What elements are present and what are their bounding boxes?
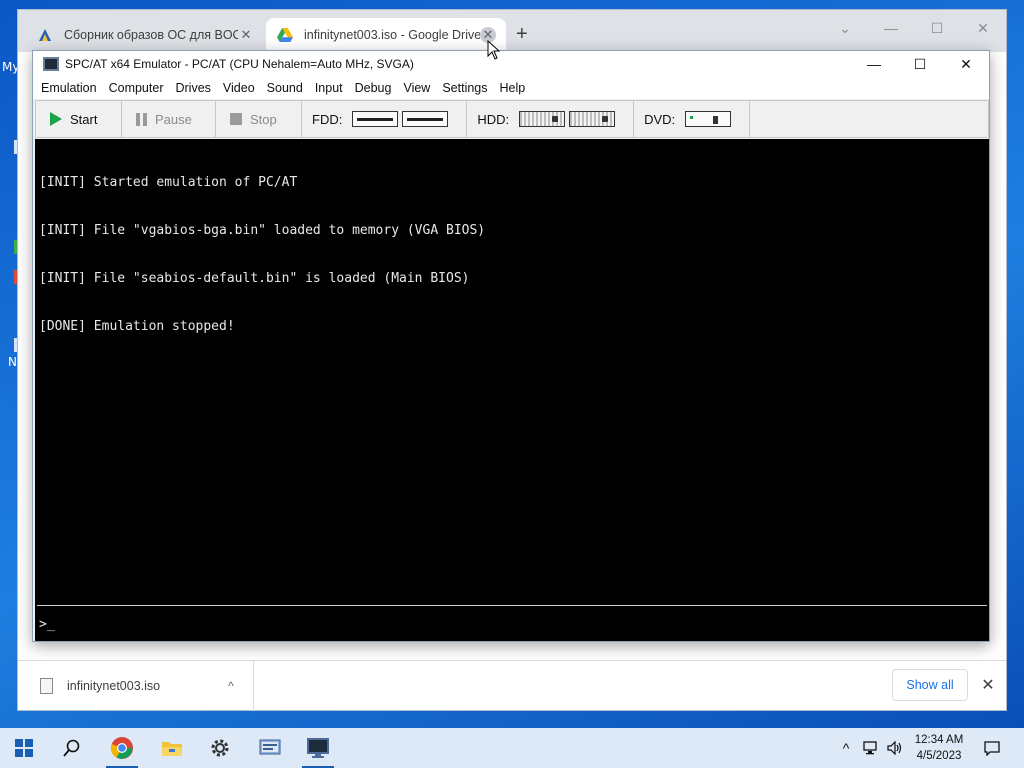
- minimize-icon[interactable]: —: [868, 20, 914, 42]
- menu-video[interactable]: Video: [219, 81, 259, 95]
- hdd-drive-1-icon[interactable]: [569, 111, 616, 127]
- taskbar: ^ 12:34 AM 4/5/2023: [0, 728, 1024, 768]
- notifications-icon[interactable]: [980, 728, 1004, 768]
- play-icon: [50, 112, 62, 126]
- dvd-drive-icon[interactable]: [685, 111, 732, 127]
- menu-drives[interactable]: Drives: [171, 81, 214, 95]
- bochs-icon: [36, 26, 54, 44]
- dvd-group: DVD:: [634, 101, 751, 137]
- tab-bochs-os-images[interactable]: Сборник образов ОС для BOCHS ✕: [26, 18, 264, 52]
- show-all-button[interactable]: Show all: [892, 669, 968, 701]
- menu-help[interactable]: Help: [496, 81, 530, 95]
- hdd-label: HDD:: [477, 111, 510, 127]
- volume-icon[interactable]: [884, 728, 906, 768]
- file-explorer-icon[interactable]: [148, 728, 196, 768]
- chevron-up-icon[interactable]: ^: [221, 679, 241, 693]
- emulator-toolbar: Start Pause Stop FDD: HDD: DVD:: [35, 100, 989, 138]
- pause-button[interactable]: Pause: [122, 101, 216, 137]
- pause-icon: [136, 112, 147, 126]
- menu-emulation[interactable]: Emulation: [37, 81, 101, 95]
- mouse-cursor-icon: [487, 40, 501, 60]
- menu-view[interactable]: View: [399, 81, 434, 95]
- menu-bar: Emulation Computer Drives Video Sound In…: [33, 77, 989, 99]
- stop-button[interactable]: Stop: [216, 101, 302, 137]
- emulator-console[interactable]: [INIT] Started emulation of PC/AT [INIT]…: [35, 139, 989, 641]
- start-label: Start: [70, 111, 98, 127]
- emulator-title-bar[interactable]: SPC/AT x64 Emulator - PC/AT (CPU Nehalem…: [33, 51, 989, 77]
- stop-label: Stop: [250, 111, 277, 127]
- menu-settings[interactable]: Settings: [438, 81, 491, 95]
- console-command-input[interactable]: >_: [39, 617, 55, 632]
- network-icon[interactable]: [860, 728, 882, 768]
- control-panel-icon[interactable]: [246, 728, 294, 768]
- dvd-label: DVD:: [644, 111, 676, 127]
- console-divider: [37, 605, 987, 606]
- clock-time: 12:34 AM: [914, 734, 964, 746]
- clock-date: 4/5/2023: [916, 750, 962, 762]
- chrome-icon[interactable]: [98, 728, 146, 768]
- file-icon: [40, 678, 53, 694]
- maximize-icon[interactable]: ☐: [914, 20, 960, 42]
- fdd-label: FDD:: [312, 111, 343, 127]
- close-icon[interactable]: ✕: [978, 675, 998, 695]
- menu-input[interactable]: Input: [311, 81, 347, 95]
- close-window-icon[interactable]: ✕: [943, 51, 989, 77]
- minimize-icon[interactable]: —: [851, 51, 897, 77]
- hdd-group: HDD:: [467, 101, 635, 137]
- download-item[interactable]: infinitynet003.iso ^: [32, 661, 254, 711]
- console-line: [INIT] File "seabios-default.bin" is loa…: [39, 271, 470, 286]
- maximize-icon[interactable]: ☐: [897, 51, 943, 77]
- console-line: [DONE] Emulation stopped!: [39, 319, 235, 334]
- new-tab-button[interactable]: +: [516, 24, 528, 44]
- start-button[interactable]: Start: [36, 101, 122, 137]
- console-line: [INIT] File "vgabios-bga.bin" loaded to …: [39, 223, 486, 238]
- close-tab-icon[interactable]: ✕: [238, 27, 254, 43]
- tab-google-drive[interactable]: infinitynet003.iso - Google Drive ✕: [266, 18, 506, 52]
- desktop-icon-label-fragment[interactable]: N: [8, 355, 17, 369]
- console-line: [INIT] Started emulation of PC/AT: [39, 175, 298, 190]
- system-clock[interactable]: 12:34 AM 4/5/2023: [908, 732, 970, 764]
- tab-title: Сборник образов ОС для BOCHS: [64, 28, 238, 42]
- close-window-icon[interactable]: ✕: [960, 20, 1006, 42]
- hdd-drive-0-icon[interactable]: [519, 111, 566, 127]
- fdd-group: FDD:: [302, 101, 468, 137]
- stop-icon: [230, 113, 242, 125]
- settings-gear-icon[interactable]: [196, 728, 244, 768]
- download-file-name: infinitynet003.iso: [67, 679, 161, 693]
- show-hidden-icons[interactable]: ^: [836, 728, 856, 768]
- tab-search-icon[interactable]: ⌄: [822, 20, 868, 42]
- tab-title: infinitynet003.iso - Google Drive: [304, 28, 480, 42]
- tab-strip: Сборник образов ОС для BOCHS ✕ infinityn…: [18, 10, 1006, 52]
- windows-start-icon[interactable]: [0, 728, 48, 768]
- menu-sound[interactable]: Sound: [263, 81, 307, 95]
- emulator-app-icon: [43, 57, 59, 71]
- emulator-window: SPC/AT x64 Emulator - PC/AT (CPU Nehalem…: [32, 50, 990, 642]
- pause-label: Pause: [155, 111, 192, 127]
- console-log: [INIT] Started emulation of PC/AT [INIT]…: [39, 143, 979, 367]
- fdd-drive-b-icon[interactable]: [402, 111, 449, 127]
- desktop-icon-label-fragment[interactable]: My: [2, 60, 19, 74]
- spc-at-emulator-icon[interactable]: [294, 728, 342, 768]
- window-title: SPC/AT x64 Emulator - PC/AT (CPU Nehalem…: [65, 57, 414, 71]
- search-icon[interactable]: [48, 728, 96, 768]
- fdd-drive-a-icon[interactable]: [352, 111, 399, 127]
- download-shelf: infinitynet003.iso ^ Show all ✕: [18, 660, 1006, 711]
- menu-debug[interactable]: Debug: [351, 81, 396, 95]
- google-drive-icon: [276, 26, 294, 44]
- menu-computer[interactable]: Computer: [105, 81, 168, 95]
